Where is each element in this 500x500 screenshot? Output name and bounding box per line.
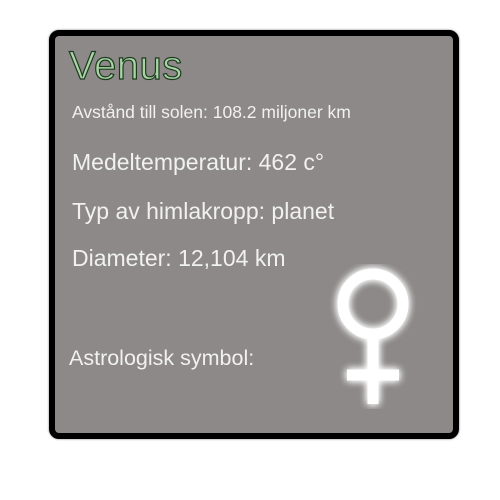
- planet-title: Venus: [68, 43, 183, 88]
- astrological-symbol-label: Astrologisk symbol:: [69, 346, 255, 370]
- diameter-text: Diameter: 12,104 km: [72, 245, 286, 271]
- body-type-text: Typ av himlakropp: planet: [72, 198, 335, 224]
- venus-symbol-icon: [337, 268, 409, 404]
- planet-info-card: Venus Avstånd till solen: 108.2 miljoner…: [49, 30, 459, 439]
- distance-text: Avstånd till solen: 108.2 miljoner km: [72, 102, 351, 122]
- temperature-text: Medeltemperatur: 462 c°: [72, 149, 325, 175]
